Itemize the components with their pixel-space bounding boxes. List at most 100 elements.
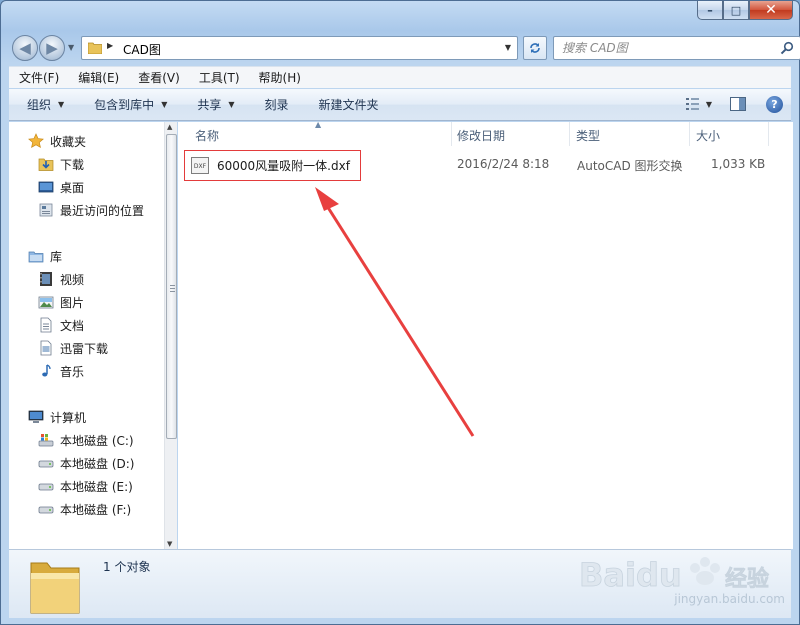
item-count: 1 个对象 <box>103 560 151 574</box>
documents-icon <box>40 317 52 333</box>
library-icon <box>28 251 44 263</box>
nav-pictures-label: 图片 <box>60 295 85 310</box>
nav-computer[interactable]: 计算机 <box>28 407 86 427</box>
menu-tools[interactable]: 工具(T) <box>189 69 249 86</box>
baidu-watermark-logo: Baidu 经验 <box>579 556 770 595</box>
nav-music[interactable]: 音乐 <box>38 361 84 381</box>
search-input[interactable] <box>562 41 762 55</box>
menu-edit[interactable]: 编辑(E) <box>68 69 128 86</box>
new-folder-label: 新建文件夹 <box>318 98 379 112</box>
hard-drive-icon <box>38 483 54 491</box>
menu-help[interactable]: 帮助(H) <box>249 69 310 86</box>
new-folder-button[interactable]: 新建文件夹 <box>301 96 391 113</box>
refresh-icon <box>530 43 540 53</box>
recent-places-icon <box>39 203 53 217</box>
burn-label: 刻录 <box>264 98 289 112</box>
hard-drive-icon <box>38 506 54 514</box>
view-options-icon[interactable] <box>684 95 702 113</box>
watermark-url: jingyan.baidu.com <box>674 592 785 606</box>
nav-documents-label: 文档 <box>60 318 85 333</box>
nav-downloads-label: 下载 <box>60 157 85 172</box>
navigation-scrollbar[interactable]: ▲ ▼ <box>164 122 177 549</box>
nav-thunder-downloads[interactable]: 迅雷下载 <box>38 338 108 358</box>
nav-drive-c[interactable]: 本地磁盘 (C:) <box>38 430 134 450</box>
preview-pane-icon[interactable] <box>730 97 746 111</box>
nav-drive-d-label: 本地磁盘 (D:) <box>60 456 135 471</box>
maximize-button[interactable]: □ <box>723 1 749 20</box>
nav-drive-d[interactable]: 本地磁盘 (D:) <box>38 453 134 473</box>
search-icon[interactable] <box>780 41 794 55</box>
organize-button[interactable]: 组织 ▼ <box>9 96 76 113</box>
nav-drive-f[interactable]: 本地磁盘 (F:) <box>38 499 131 519</box>
search-box[interactable] <box>553 36 800 60</box>
file-list: ▲ 名称 修改日期 类型 大小 DXF 60000风量吸附一体.dxf 2016… <box>178 120 793 549</box>
nav-desktop-label: 桌面 <box>60 180 85 195</box>
nav-favorites[interactable]: 收藏夹 <box>28 131 86 151</box>
svg-text:Baidu: Baidu <box>579 556 682 594</box>
scrollbar-thumb[interactable] <box>166 134 177 439</box>
caption-buttons: – □ ✕ <box>697 1 793 20</box>
chevron-down-icon: ▼ <box>161 100 168 109</box>
svg-text:经验: 经验 <box>725 566 769 592</box>
recent-pages-dropdown[interactable]: ▼ <box>68 43 74 52</box>
command-bar: 组织 ▼ 包含到库中 ▼ 共享 ▼ 刻录 新建文件夹 ▼ ? <box>9 89 791 121</box>
computer-icon <box>28 410 44 423</box>
chevron-down-icon: ▼ <box>228 100 235 109</box>
explorer-window: – □ ✕ ◀ ▶ ▼ ▶ CAD图 ▼ 搜索 CAD图 文件(F) 编辑(E)… <box>0 0 800 625</box>
nav-videos[interactable]: 视频 <box>38 269 84 289</box>
nav-downloads[interactable]: 下载 <box>38 154 84 174</box>
navigation-pane: 收藏夹 下载 桌面 最近访问的位置 库 视频 图片 文档 迅雷下载 音乐 计算机… <box>9 122 164 549</box>
nav-recent-places[interactable]: 最近访问的位置 <box>38 200 144 220</box>
details-pane: 1 个对象 Baidu 经验 jingyan.baidu.com <box>9 549 791 618</box>
scroll-up-icon[interactable]: ▲ <box>167 123 172 131</box>
video-icon <box>40 272 52 286</box>
annotation-arrow <box>315 187 475 437</box>
burn-button[interactable]: 刻录 <box>247 96 301 113</box>
back-button[interactable]: ◀ <box>12 35 38 61</box>
nav-favorites-label: 收藏夹 <box>50 134 87 149</box>
nav-pictures[interactable]: 图片 <box>38 292 84 312</box>
menu-view[interactable]: 查看(V) <box>128 69 189 86</box>
nav-recent-label: 最近访问的位置 <box>60 203 145 218</box>
menu-bar: 文件(F) 编辑(E) 查看(V) 工具(T) 帮助(H) <box>9 66 791 88</box>
menu-file[interactable]: 文件(F) <box>9 69 68 86</box>
refresh-button[interactable] <box>523 36 547 60</box>
organize-label: 组织 <box>27 98 52 112</box>
toolbar-right: ▼ ? <box>684 95 783 113</box>
nav-drive-e[interactable]: 本地磁盘 (E:) <box>38 476 133 496</box>
nav-drive-f-label: 本地磁盘 (F:) <box>60 502 132 517</box>
include-in-library-label: 包含到库中 <box>94 98 155 112</box>
nav-drive-c-label: 本地磁盘 (C:) <box>60 433 134 448</box>
nav-thunder-label: 迅雷下载 <box>60 341 109 356</box>
nav-drive-e-label: 本地磁盘 (E:) <box>60 479 133 494</box>
folder-icon <box>88 42 102 54</box>
share-label: 共享 <box>197 98 222 112</box>
nav-documents[interactable]: 文档 <box>38 315 84 335</box>
nav-desktop[interactable]: 桌面 <box>38 177 84 197</box>
navigation-row: ◀ ▶ ▼ ▶ CAD图 ▼ <box>9 33 800 61</box>
nav-music-label: 音乐 <box>60 364 85 379</box>
address-history-dropdown[interactable]: ▼ <box>505 43 511 52</box>
share-button[interactable]: 共享 ▼ <box>179 96 246 113</box>
music-note-icon <box>42 364 51 377</box>
downloads-folder-icon <box>38 158 54 171</box>
breadcrumb-current-folder[interactable]: CAD图 <box>123 41 161 58</box>
nav-videos-label: 视频 <box>60 272 85 287</box>
pictures-icon <box>38 296 54 309</box>
view-dropdown-icon[interactable]: ▼ <box>706 100 712 109</box>
nav-libraries[interactable]: 库 <box>28 246 62 266</box>
star-icon <box>28 133 44 148</box>
minimize-button[interactable]: – <box>697 1 723 20</box>
forward-button[interactable]: ▶ <box>39 35 65 61</box>
system-drive-icon <box>38 434 54 447</box>
breadcrumb-chevron-icon[interactable]: ▶ <box>107 41 113 50</box>
thunder-downloads-icon <box>40 340 52 356</box>
help-icon[interactable]: ? <box>766 95 783 113</box>
hard-drive-icon <box>38 460 54 468</box>
include-in-library-button[interactable]: 包含到库中 ▼ <box>76 96 179 113</box>
scroll-down-icon[interactable]: ▼ <box>167 540 172 548</box>
address-bar[interactable]: ▶ CAD图 ▼ <box>81 36 518 60</box>
folder-icon <box>30 562 80 614</box>
nav-libraries-label: 库 <box>50 249 63 264</box>
close-button[interactable]: ✕ <box>749 1 793 20</box>
